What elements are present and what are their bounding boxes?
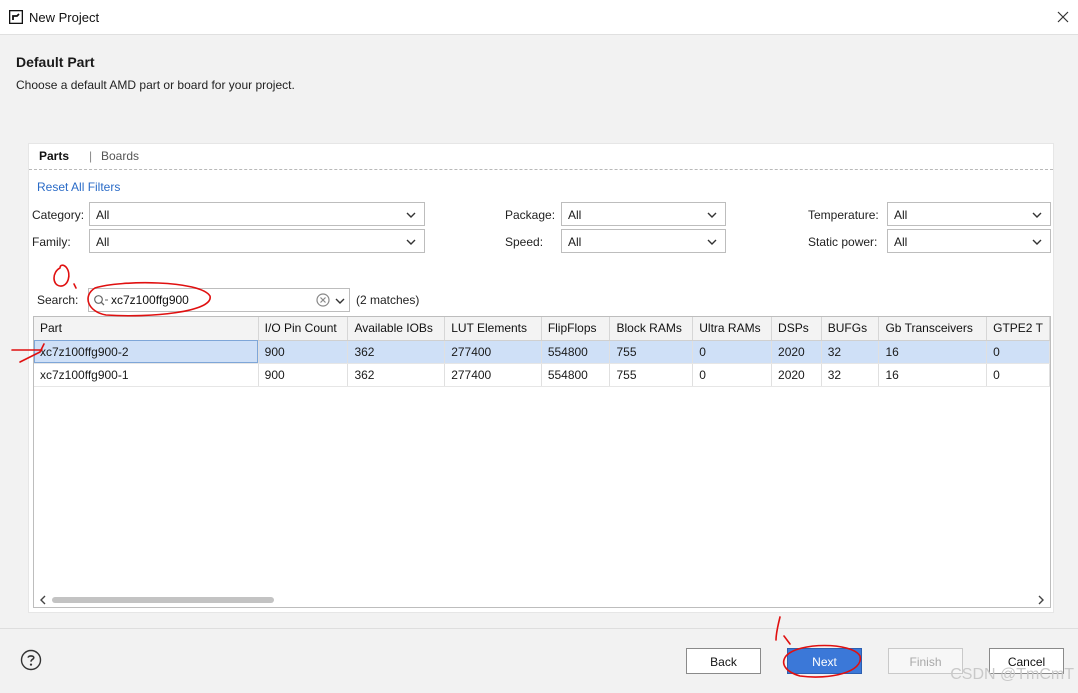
column-header-bufgs[interactable]: BUFGs <box>821 317 880 341</box>
clear-circle-icon[interactable] <box>316 293 330 307</box>
table-cell: 32 <box>821 363 880 387</box>
column-header-available-iobs[interactable]: Available IOBs <box>347 317 446 341</box>
table-cell: 16 <box>878 363 988 387</box>
column-header-io-pin-count[interactable]: I/O Pin Count <box>258 317 349 341</box>
column-header-lut-elements[interactable]: LUT Elements <box>444 317 542 341</box>
table-row[interactable]: xc7z100ffg900-1 900 362 277400 554800 75… <box>34 363 1050 387</box>
table-cell: 900 <box>258 340 349 364</box>
column-header-ultra-rams[interactable]: Ultra RAMs <box>692 317 773 341</box>
back-button[interactable]: Back <box>686 648 761 674</box>
tab-parts[interactable]: Parts <box>39 149 69 163</box>
chevron-down-icon <box>707 239 717 245</box>
amd-logo-icon <box>9 10 23 24</box>
watermark: CSDN @TmCmT <box>950 666 1074 683</box>
temperature-label: Temperature: <box>808 208 879 222</box>
window-title: New Project <box>29 10 100 25</box>
temperature-value: All <box>894 208 908 222</box>
table-row[interactable]: xc7z100ffg900-2 900 362 277400 554800 75… <box>34 340 1050 364</box>
category-label: Category: <box>32 208 85 222</box>
table-cell: 277400 <box>444 363 542 387</box>
column-header-gb-transceivers[interactable]: Gb Transceivers <box>878 317 988 341</box>
scroll-right-icon[interactable] <box>1036 595 1046 605</box>
search-input[interactable] <box>111 291 307 309</box>
close-icon[interactable] <box>1054 8 1072 26</box>
table-cell: 554800 <box>541 363 611 387</box>
scrollbar-thumb[interactable] <box>52 597 274 603</box>
table-cell: 755 <box>609 363 694 387</box>
category-select[interactable]: All <box>89 202 425 226</box>
title-bar: New Project <box>0 0 1078 35</box>
static-power-label: Static power: <box>808 235 878 249</box>
table-cell: 900 <box>258 363 349 387</box>
part-cell: xc7z100ffg900-1 <box>34 363 259 387</box>
table-cell: 2020 <box>771 340 822 364</box>
search-box <box>88 288 350 312</box>
static-power-select[interactable]: All <box>887 229 1051 253</box>
package-value: All <box>568 208 582 222</box>
parts-table: Part I/O Pin Count Available IOBs LUT El… <box>33 316 1051 608</box>
part-cell: xc7z100ffg900-2 <box>34 340 259 364</box>
next-button-label: Next <box>812 655 837 669</box>
tab-boards[interactable]: Boards <box>101 149 139 163</box>
wizard-header: Default Part Choose a default AMD part o… <box>0 36 1078 134</box>
horizontal-scrollbar[interactable] <box>38 595 1046 605</box>
reset-filters-link[interactable]: Reset All Filters <box>37 180 120 194</box>
help-icon[interactable] <box>20 649 42 671</box>
search-label: Search: <box>37 293 79 307</box>
table-header-row: Part I/O Pin Count Available IOBs LUT El… <box>34 317 1050 341</box>
category-value: All <box>96 208 110 222</box>
speed-value: All <box>568 235 582 249</box>
column-header-part[interactable]: Part <box>34 317 259 341</box>
temperature-select[interactable]: All <box>887 202 1051 226</box>
chevron-down-icon <box>406 212 416 218</box>
match-count: (2 matches) <box>356 293 420 307</box>
family-value: All <box>96 235 110 249</box>
family-label: Family: <box>32 235 71 249</box>
back-button-label: Back <box>710 655 737 669</box>
static-power-value: All <box>894 235 908 249</box>
table-cell: 16 <box>878 340 988 364</box>
table-cell: 362 <box>347 363 446 387</box>
search-icon <box>94 295 108 306</box>
table-cell: 554800 <box>541 340 611 364</box>
chevron-down-icon <box>1032 239 1042 245</box>
chevron-down-icon[interactable] <box>334 295 346 307</box>
table-cell: 362 <box>347 340 446 364</box>
speed-label: Speed: <box>505 235 544 249</box>
step-one-mark <box>775 616 791 645</box>
column-header-dsps[interactable]: DSPs <box>771 317 822 341</box>
table-cell: 277400 <box>444 340 542 364</box>
part-selection-panel: Parts | Boards Reset All Filters Categor… <box>28 143 1054 613</box>
speed-select[interactable]: All <box>561 229 726 253</box>
table-cell: 2020 <box>771 363 822 387</box>
chevron-down-icon <box>1032 212 1042 218</box>
scroll-left-icon[interactable] <box>38 595 48 605</box>
tab-divider <box>29 169 1053 170</box>
footer-divider <box>0 628 1078 629</box>
chevron-down-icon <box>707 212 717 218</box>
next-button[interactable]: Next <box>787 648 862 674</box>
table-cell: 755 <box>609 340 694 364</box>
page-title: Default Part <box>16 54 95 70</box>
table-cell: 0 <box>692 363 773 387</box>
package-select[interactable]: All <box>561 202 726 226</box>
family-select[interactable]: All <box>89 229 425 253</box>
column-header-gtpe2[interactable]: GTPE2 T <box>986 317 1050 341</box>
column-header-flipflops[interactable]: FlipFlops <box>541 317 611 341</box>
table-cell: 32 <box>821 340 880 364</box>
column-header-block-rams[interactable]: Block RAMs <box>609 317 694 341</box>
table-cell: 0 <box>986 363 1050 387</box>
tab-separator: | <box>89 149 93 163</box>
package-label: Package: <box>505 208 556 222</box>
table-cell: 0 <box>692 340 773 364</box>
chevron-down-icon <box>406 239 416 245</box>
page-subtitle: Choose a default AMD part or board for y… <box>16 78 295 92</box>
finish-button-label: Finish <box>909 655 942 669</box>
table-cell: 0 <box>986 340 1050 364</box>
